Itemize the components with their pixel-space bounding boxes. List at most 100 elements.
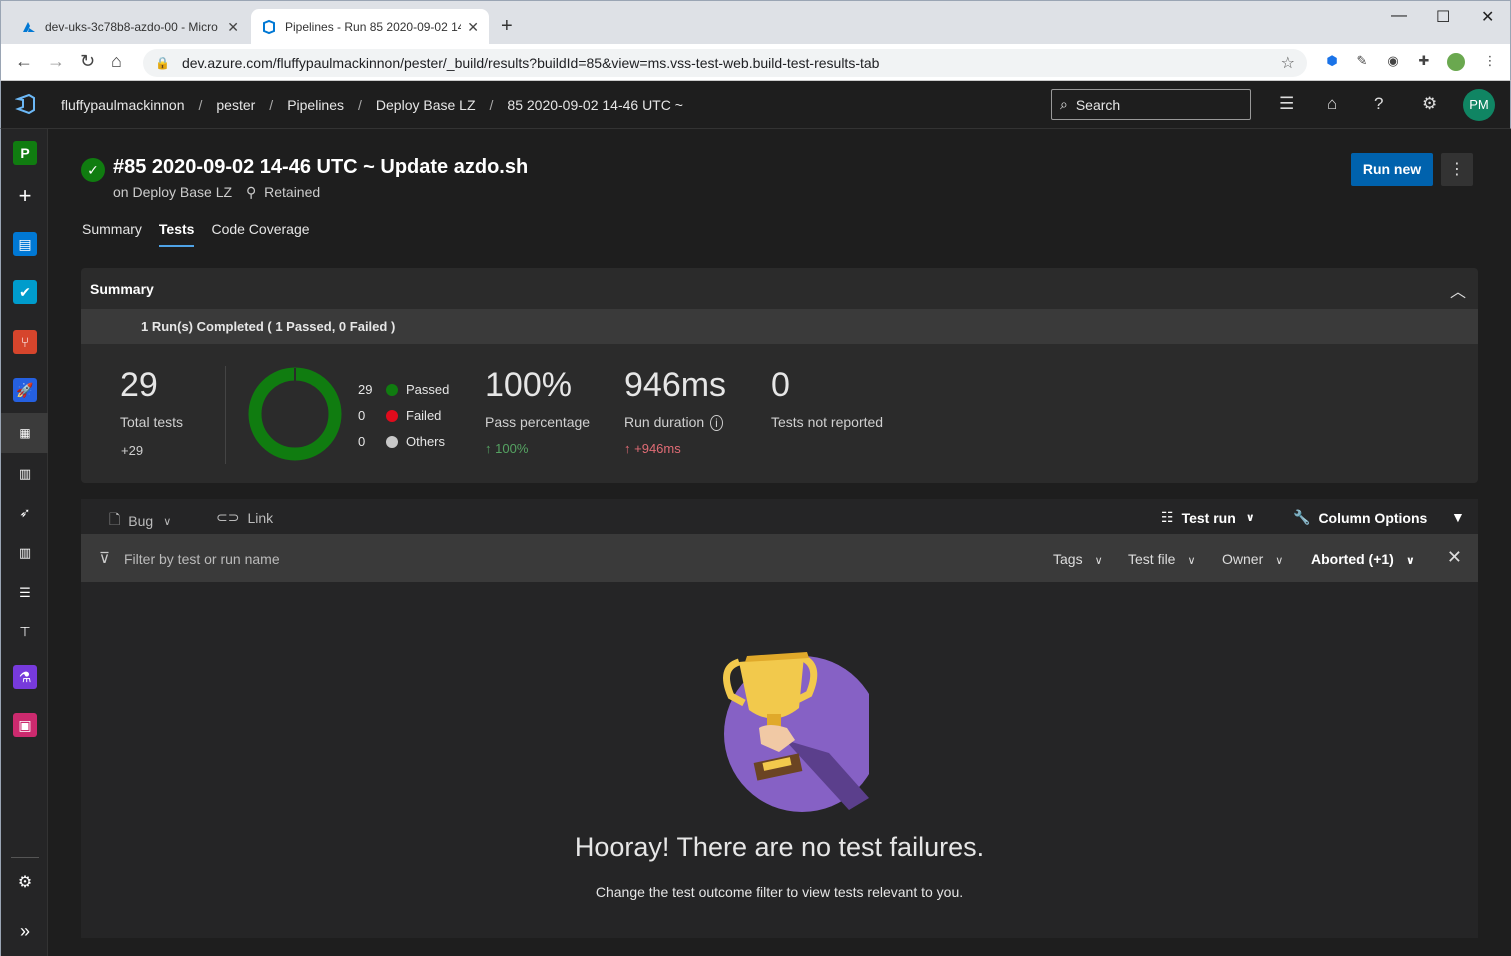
lock-icon: 🔒 — [155, 56, 170, 70]
runs-completed-bar: 1 Run(s) Completed ( 1 Passed, 0 Failed … — [81, 309, 1478, 344]
column-options-button[interactable]: 🔧 Column Options — [1293, 509, 1427, 526]
artifacts-icon[interactable]: ▣ — [13, 713, 37, 737]
pass-delta-text: 100% — [495, 441, 529, 456]
profile-avatar-icon[interactable] — [1447, 53, 1465, 71]
bookmark-star-icon[interactable]: ☆ — [1281, 53, 1295, 73]
browser-menu-icon[interactable]: ⋮ — [1481, 53, 1499, 71]
home-icon[interactable]: ⌂ — [111, 51, 122, 72]
filter-input[interactable]: Filter by test or run name — [124, 551, 280, 567]
chevron-down-icon: ∨ — [1405, 555, 1415, 567]
test-file-filter[interactable]: Test file ∨ — [1128, 551, 1196, 567]
maximize-icon[interactable]: ☐ — [1436, 7, 1450, 27]
failed-label: Failed — [406, 408, 442, 423]
retained-label: Retained — [264, 184, 321, 200]
task-groups-icon[interactable]: ☰ — [13, 581, 37, 605]
tab-summary[interactable]: Summary — [82, 221, 142, 247]
filter-funnel-icon: ⊽ — [99, 550, 110, 567]
main-content: ✓ #85 2020-09-02 14-46 UTC ~ Update azdo… — [48, 129, 1510, 956]
search-placeholder: Search — [1075, 96, 1121, 113]
not-reported-value: 0 — [771, 366, 790, 404]
info-icon[interactable]: i — [710, 415, 723, 431]
overview-icon[interactable]: ▤ — [13, 232, 37, 256]
pipeline-link[interactable]: on Deploy Base LZ — [113, 184, 232, 200]
browser-tab-azure[interactable]: dev-uks-3c78b8-azdo-00 - Micro ✕ — [11, 9, 249, 45]
minimize-icon[interactable]: — — [1391, 7, 1407, 25]
duration-delta-text: +946ms — [634, 441, 681, 456]
boards-icon[interactable]: ✔ — [13, 280, 37, 304]
azure-devops-logo-icon[interactable] — [15, 93, 37, 115]
success-check-icon: ✓ — [81, 158, 105, 182]
owner-label: Owner — [1222, 551, 1264, 567]
breadcrumb-org[interactable]: fluffypaulmackinnon — [61, 97, 184, 113]
chevron-down-icon: ∨ — [1187, 555, 1196, 567]
outcome-donut-chart — [248, 367, 342, 461]
azure-icon — [23, 22, 35, 32]
link-button[interactable]: ⊂⊃ Link — [216, 509, 273, 526]
summary-header[interactable]: Summary ︿ — [81, 268, 1478, 309]
clear-filter-icon[interactable]: ✕ — [1447, 547, 1462, 568]
legend-others: 0 Others — [358, 434, 445, 449]
help-icon[interactable]: ? — [1374, 94, 1383, 114]
wrench-icon: 🔧 — [1293, 509, 1311, 525]
forward-icon[interactable]: → — [47, 51, 65, 72]
app-header: fluffypaulmackinnon / pester / Pipelines / … — [0, 81, 1511, 129]
owner-filter[interactable]: Owner ∨ — [1222, 551, 1283, 567]
circle-extension-icon[interactable]: ◉ — [1384, 53, 1402, 71]
releases-icon[interactable]: ➶ — [13, 501, 37, 525]
pen-extension-icon[interactable]: ✎ — [1353, 53, 1371, 71]
test-stats-panel: 29 Total tests +29 29 Passed 0 Failed 0 … — [81, 344, 1478, 483]
address-bar: ← → ↻ ⌂ 🔒 dev.azure.com/fluffypaulmackin… — [0, 44, 1511, 81]
project-badge[interactable]: P — [13, 141, 37, 165]
run-duration-value: 946ms — [624, 366, 727, 404]
url-field[interactable]: 🔒 dev.azure.com/fluffypaulmackinnon/pest… — [143, 49, 1307, 77]
shopping-bag-icon[interactable]: ⌂ — [1327, 94, 1337, 114]
new-tab-icon[interactable]: + — [501, 15, 513, 38]
pass-percentage-label: Pass percentage — [485, 414, 591, 430]
breadcrumb-pipeline[interactable]: Deploy Base LZ — [376, 97, 476, 113]
breadcrumb-project[interactable]: pester — [216, 97, 255, 113]
chevron-up-icon[interactable]: ︿ — [1450, 278, 1466, 302]
environments-icon[interactable]: ▥ — [13, 462, 37, 486]
back-icon[interactable]: ← — [15, 51, 33, 72]
gear-icon[interactable]: ⚙ — [13, 871, 37, 895]
tab-code-coverage[interactable]: Code Coverage — [211, 221, 309, 247]
pipelines-icon[interactable]: 🚀 — [13, 378, 37, 402]
deployment-groups-icon[interactable]: ⊤ — [13, 620, 37, 644]
filter-icon[interactable]: ▼ — [1451, 509, 1465, 525]
total-tests-delta: +29 — [121, 443, 144, 458]
donut-passed-ring — [248, 367, 342, 461]
test-file-label: Test file — [1128, 551, 1176, 567]
run-new-button[interactable]: Run new — [1351, 153, 1433, 186]
browser-tab-pipelines[interactable]: Pipelines - Run 85 2020-09-02 14 ✕ — [251, 9, 489, 45]
chevron-down-icon: ∨ — [163, 515, 172, 528]
more-actions-icon[interactable]: ⋮ — [1441, 153, 1473, 186]
search-input[interactable]: ⌕ Search — [1051, 89, 1251, 120]
tags-filter[interactable]: Tags ∨ — [1053, 551, 1103, 567]
passed-dot — [386, 383, 398, 396]
breadcrumb-pipelines[interactable]: Pipelines — [287, 97, 344, 113]
extension-badge-icon[interactable]: ⬢ — [1323, 53, 1341, 71]
list-settings-icon[interactable]: ☰ — [1279, 94, 1294, 114]
library-icon[interactable]: ▥ — [13, 541, 37, 565]
outcome-filter[interactable]: Aborted (+1) ∨ — [1311, 551, 1415, 567]
legend-failed: 0 Failed — [358, 408, 441, 423]
reload-icon[interactable]: ↻ — [80, 51, 95, 72]
breadcrumb: fluffypaulmackinnon / pester / Pipelines / … — [61, 97, 697, 113]
test-run-dropdown[interactable]: ☷ Test run ∨ — [1161, 509, 1255, 526]
bug-button[interactable]: 🗋 Bug ∨ — [109, 509, 171, 533]
add-icon[interactable]: + — [13, 184, 37, 208]
runs-icon[interactable]: ▦ — [13, 421, 37, 445]
repos-icon[interactable]: ⑂ — [13, 330, 37, 354]
tab-tests[interactable]: Tests — [158, 221, 194, 247]
pass-percentage-value: 100% — [485, 366, 572, 404]
close-window-icon[interactable]: ✕ — [1481, 7, 1494, 27]
close-icon[interactable]: ✕ — [227, 19, 239, 36]
user-settings-icon[interactable]: ⚙ — [1422, 94, 1437, 114]
test-plans-icon[interactable]: ⚗ — [13, 665, 37, 689]
expand-rail-icon[interactable]: » — [13, 919, 37, 943]
breadcrumb-separator: / — [489, 97, 494, 113]
breadcrumb-run[interactable]: 85 2020-09-02 14-46 UTC ~ — [507, 97, 683, 113]
puzzle-icon[interactable]: ✚ — [1415, 53, 1433, 71]
avatar[interactable]: PM — [1463, 89, 1495, 121]
close-icon[interactable]: ✕ — [467, 19, 479, 36]
